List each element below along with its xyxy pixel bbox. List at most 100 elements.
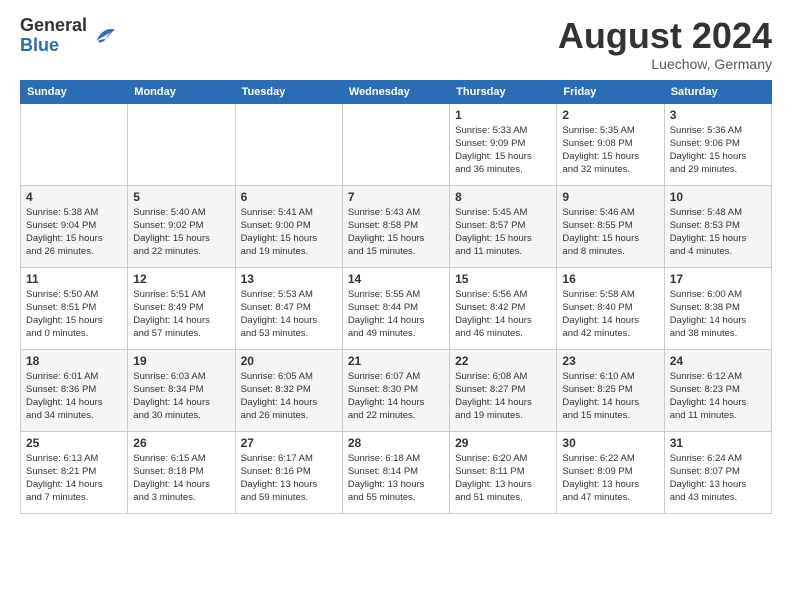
day-info: Sunrise: 6:20 AM Sunset: 8:11 PM Dayligh… [455, 452, 551, 505]
day-number: 5 [133, 190, 229, 204]
calendar-cell: 10 Sunrise: 5:48 AM Sunset: 8:53 PM Dayli… [664, 185, 771, 267]
day-number: 27 [241, 436, 337, 450]
calendar-week-5: 25 Sunrise: 6:13 AM Sunset: 8:21 PM Dayli… [21, 431, 772, 513]
calendar-cell [128, 103, 235, 185]
day-number: 26 [133, 436, 229, 450]
day-info: Sunrise: 6:00 AM Sunset: 8:38 PM Dayligh… [670, 288, 766, 341]
day-info: Sunrise: 5:56 AM Sunset: 8:42 PM Dayligh… [455, 288, 551, 341]
calendar-cell: 26 Sunrise: 6:15 AM Sunset: 8:18 PM Dayli… [128, 431, 235, 513]
day-number: 21 [348, 354, 444, 368]
logo-bird-icon [89, 22, 117, 50]
calendar-cell [235, 103, 342, 185]
day-number: 13 [241, 272, 337, 286]
calendar-cell: 15 Sunrise: 5:56 AM Sunset: 8:42 PM Dayli… [450, 267, 557, 349]
logo: General Blue [20, 16, 117, 56]
day-info: Sunrise: 6:05 AM Sunset: 8:32 PM Dayligh… [241, 370, 337, 423]
calendar-week-3: 11Sunrise: 5:50 AM Sunset: 8:51 PM Dayli… [21, 267, 772, 349]
day-number: 3 [670, 108, 766, 122]
day-info: Sunrise: 5:58 AM Sunset: 8:40 PM Dayligh… [562, 288, 658, 341]
day-number: 22 [455, 354, 551, 368]
day-info: Sunrise: 5:35 AM Sunset: 9:08 PM Dayligh… [562, 124, 658, 177]
calendar-week-4: 18 Sunrise: 6:01 AM Sunset: 8:36 PM Dayli… [21, 349, 772, 431]
day-info: Sunrise: 5:38 AM Sunset: 9:04 PM Dayligh… [26, 206, 122, 259]
logo-blue-text: Blue [20, 35, 59, 55]
location: Luechow, Germany [558, 56, 772, 72]
page: General Blue August 2024 Luechow, German… [0, 0, 792, 612]
weekday-header-monday: Monday [128, 80, 235, 103]
day-number: 25 [26, 436, 122, 450]
day-info: Sunrise: 6:13 AM Sunset: 8:21 PM Dayligh… [26, 452, 122, 505]
calendar-cell: 14 Sunrise: 5:55 AM Sunset: 8:44 PM Dayli… [342, 267, 449, 349]
day-number: 31 [670, 436, 766, 450]
day-number: 18 [26, 354, 122, 368]
calendar-cell: 8 Sunrise: 5:45 AM Sunset: 8:57 PM Daylig… [450, 185, 557, 267]
day-number: 15 [455, 272, 551, 286]
calendar-cell: 31 Sunrise: 6:24 AM Sunset: 8:07 PM Dayli… [664, 431, 771, 513]
day-number: 6 [241, 190, 337, 204]
day-info: Sunrise: 6:07 AM Sunset: 8:30 PM Dayligh… [348, 370, 444, 423]
day-number: 29 [455, 436, 551, 450]
day-info: Sunrise: 6:24 AM Sunset: 8:07 PM Dayligh… [670, 452, 766, 505]
calendar-cell: 13 Sunrise: 5:53 AM Sunset: 8:47 PM Dayli… [235, 267, 342, 349]
day-number: 23 [562, 354, 658, 368]
day-info: Sunrise: 6:03 AM Sunset: 8:34 PM Dayligh… [133, 370, 229, 423]
day-info: Sunrise: 5:33 AM Sunset: 9:09 PM Dayligh… [455, 124, 551, 177]
calendar-cell: 20 Sunrise: 6:05 AM Sunset: 8:32 PM Dayli… [235, 349, 342, 431]
day-number: 7 [348, 190, 444, 204]
calendar-cell: 21 Sunrise: 6:07 AM Sunset: 8:30 PM Dayli… [342, 349, 449, 431]
weekday-header-wednesday: Wednesday [342, 80, 449, 103]
day-info: Sunrise: 5:43 AM Sunset: 8:58 PM Dayligh… [348, 206, 444, 259]
weekday-header-friday: Friday [557, 80, 664, 103]
day-number: 11 [26, 272, 122, 286]
weekday-header-tuesday: Tuesday [235, 80, 342, 103]
weekday-header-row: SundayMondayTuesdayWednesdayThursdayFrid… [21, 80, 772, 103]
month-title: August 2024 [558, 16, 772, 56]
header: General Blue August 2024 Luechow, German… [20, 16, 772, 72]
calendar-cell: 16Sunrise: 5:58 AM Sunset: 8:40 PM Dayli… [557, 267, 664, 349]
day-number: 1 [455, 108, 551, 122]
title-area: August 2024 Luechow, Germany [558, 16, 772, 72]
calendar-cell [342, 103, 449, 185]
day-info: Sunrise: 5:46 AM Sunset: 8:55 PM Dayligh… [562, 206, 658, 259]
day-info: Sunrise: 6:01 AM Sunset: 8:36 PM Dayligh… [26, 370, 122, 423]
day-number: 12 [133, 272, 229, 286]
day-info: Sunrise: 5:45 AM Sunset: 8:57 PM Dayligh… [455, 206, 551, 259]
day-number: 14 [348, 272, 444, 286]
calendar-cell: 9Sunrise: 5:46 AM Sunset: 8:55 PM Daylig… [557, 185, 664, 267]
weekday-header-saturday: Saturday [664, 80, 771, 103]
weekday-header-thursday: Thursday [450, 80, 557, 103]
calendar-cell: 11Sunrise: 5:50 AM Sunset: 8:51 PM Dayli… [21, 267, 128, 349]
calendar-cell: 18 Sunrise: 6:01 AM Sunset: 8:36 PM Dayli… [21, 349, 128, 431]
day-info: Sunrise: 6:15 AM Sunset: 8:18 PM Dayligh… [133, 452, 229, 505]
calendar-cell: 12Sunrise: 5:51 AM Sunset: 8:49 PM Dayli… [128, 267, 235, 349]
calendar-cell: 5 Sunrise: 5:40 AM Sunset: 9:02 PM Daylig… [128, 185, 235, 267]
day-number: 8 [455, 190, 551, 204]
calendar-cell: 30Sunrise: 6:22 AM Sunset: 8:09 PM Dayli… [557, 431, 664, 513]
calendar-cell: 23Sunrise: 6:10 AM Sunset: 8:25 PM Dayli… [557, 349, 664, 431]
weekday-header-sunday: Sunday [21, 80, 128, 103]
day-info: Sunrise: 5:53 AM Sunset: 8:47 PM Dayligh… [241, 288, 337, 341]
calendar-cell [21, 103, 128, 185]
calendar-cell: 7 Sunrise: 5:43 AM Sunset: 8:58 PM Daylig… [342, 185, 449, 267]
day-info: Sunrise: 5:48 AM Sunset: 8:53 PM Dayligh… [670, 206, 766, 259]
calendar-cell: 29 Sunrise: 6:20 AM Sunset: 8:11 PM Dayli… [450, 431, 557, 513]
calendar-cell: 19Sunrise: 6:03 AM Sunset: 8:34 PM Dayli… [128, 349, 235, 431]
calendar-cell: 6Sunrise: 5:41 AM Sunset: 9:00 PM Daylig… [235, 185, 342, 267]
day-number: 10 [670, 190, 766, 204]
day-number: 2 [562, 108, 658, 122]
calendar-cell: 22Sunrise: 6:08 AM Sunset: 8:27 PM Dayli… [450, 349, 557, 431]
calendar-cell: 28 Sunrise: 6:18 AM Sunset: 8:14 PM Dayli… [342, 431, 449, 513]
day-number: 20 [241, 354, 337, 368]
calendar-week-2: 4Sunrise: 5:38 AM Sunset: 9:04 PM Daylig… [21, 185, 772, 267]
day-number: 28 [348, 436, 444, 450]
calendar-cell: 4Sunrise: 5:38 AM Sunset: 9:04 PM Daylig… [21, 185, 128, 267]
calendar-cell: 2 Sunrise: 5:35 AM Sunset: 9:08 PM Daylig… [557, 103, 664, 185]
calendar-week-1: 1 Sunrise: 5:33 AM Sunset: 9:09 PM Daylig… [21, 103, 772, 185]
day-number: 30 [562, 436, 658, 450]
day-info: Sunrise: 5:40 AM Sunset: 9:02 PM Dayligh… [133, 206, 229, 259]
day-info: Sunrise: 6:18 AM Sunset: 8:14 PM Dayligh… [348, 452, 444, 505]
day-info: Sunrise: 5:55 AM Sunset: 8:44 PM Dayligh… [348, 288, 444, 341]
calendar-cell: 27 Sunrise: 6:17 AM Sunset: 8:16 PM Dayli… [235, 431, 342, 513]
day-info: Sunrise: 6:17 AM Sunset: 8:16 PM Dayligh… [241, 452, 337, 505]
calendar-cell: 17Sunrise: 6:00 AM Sunset: 8:38 PM Dayli… [664, 267, 771, 349]
